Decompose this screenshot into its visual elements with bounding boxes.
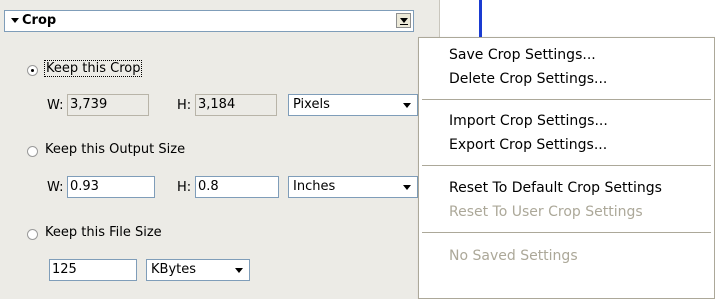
crop-panel: Crop Keep this Crop W: 3,739 H: 3,184 Pi…: [0, 0, 440, 299]
menu-separator: [422, 232, 711, 233]
panel-title: Crop: [22, 13, 57, 28]
menu-item-reset-default-crop-settings[interactable]: Reset To Default Crop Settings: [449, 180, 662, 196]
menu-separator: [422, 165, 711, 166]
menu-separator: [422, 99, 711, 100]
chevron-down-icon[interactable]: [399, 97, 415, 113]
file-size-unit-value: KBytes: [151, 262, 197, 277]
crop-height-field: 3,184: [195, 94, 277, 116]
menu-item-export-crop-settings[interactable]: Export Crop Settings...: [449, 137, 607, 153]
keep-output-size-radio[interactable]: [27, 146, 38, 157]
crop-width-field: 3,739: [67, 94, 149, 116]
output-height-label: H:: [177, 180, 192, 195]
menu-item-delete-crop-settings[interactable]: Delete Crop Settings...: [449, 71, 607, 87]
output-width-input[interactable]: 0.93: [67, 176, 155, 198]
chevron-down-icon[interactable]: [231, 262, 247, 278]
menu-item-reset-user-crop-settings: Reset To User Crop Settings: [449, 204, 643, 220]
keep-output-size-label[interactable]: Keep this Output Size: [45, 142, 185, 157]
menu-item-import-crop-settings[interactable]: Import Crop Settings...: [449, 113, 608, 129]
panel-menu-button[interactable]: [396, 13, 411, 28]
crop-unit-value: Pixels: [293, 97, 330, 112]
crop-panel-header[interactable]: Crop: [4, 10, 414, 32]
menu-item-no-saved-settings: No Saved Settings: [449, 248, 578, 264]
keep-crop-radio[interactable]: [27, 65, 38, 76]
output-unit-select[interactable]: Inches: [288, 176, 418, 198]
file-size-input[interactable]: 125: [49, 259, 137, 281]
menu-item-save-crop-settings[interactable]: Save Crop Settings...: [449, 47, 596, 63]
output-height-input[interactable]: 0.8: [195, 176, 279, 198]
output-unit-value: Inches: [293, 179, 336, 194]
crop-unit-select[interactable]: Pixels: [288, 94, 418, 116]
crop-settings-context-menu: Save Crop Settings... Delete Crop Settin…: [418, 37, 715, 299]
crop-width-label: W:: [47, 98, 64, 113]
keep-file-size-label[interactable]: Keep this File Size: [45, 225, 162, 240]
keep-file-size-radio[interactable]: [27, 229, 38, 240]
keep-crop-label[interactable]: Keep this Crop: [43, 60, 143, 77]
chevron-down-icon[interactable]: [399, 179, 415, 195]
crop-height-label: H:: [177, 98, 192, 113]
collapse-arrow-icon[interactable]: [11, 18, 19, 23]
output-width-label: W:: [47, 180, 64, 195]
file-size-unit-select[interactable]: KBytes: [146, 259, 250, 281]
